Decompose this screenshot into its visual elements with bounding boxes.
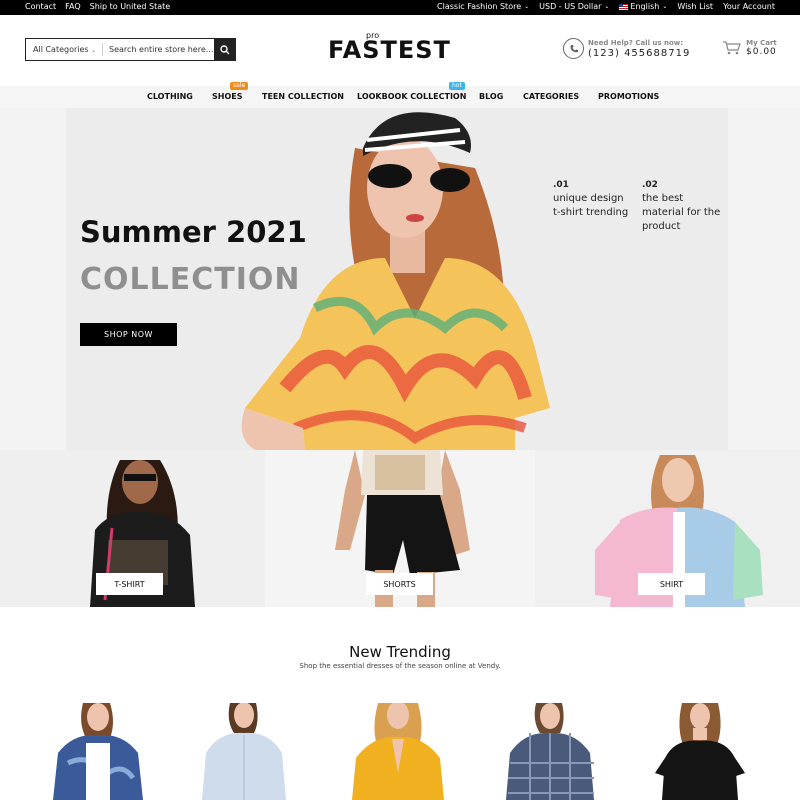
category-tile-tshirt[interactable]: T-SHIRT [0, 450, 265, 607]
hot-badge: hot [449, 82, 465, 90]
product-image [202, 703, 286, 800]
nav-item-clothing[interactable]: CLOTHING [147, 92, 193, 101]
chevron-down-icon: ⌄ [604, 3, 610, 10]
feature-text-line: t-shirt trending [553, 207, 629, 218]
store-label: Classic Fashion Store [437, 2, 522, 11]
cart-icon [723, 41, 741, 55]
mini-cart[interactable]: My Cart $0.00 [722, 39, 777, 57]
product-image [506, 703, 594, 800]
help-phone: Need Help? Call us now: (123) 455688719 [563, 38, 690, 59]
nav-item-blog[interactable]: BLOG [479, 92, 503, 101]
nav-item-shoes[interactable]: SHOES [212, 92, 242, 101]
hero-title: Summer 2021 [80, 215, 307, 249]
feature-text-line: material for the [642, 207, 721, 218]
contact-link[interactable]: Contact [25, 2, 56, 11]
shop-now-button[interactable]: SHOP NOW [80, 323, 177, 346]
language-label: English [630, 2, 660, 11]
product-card[interactable] [650, 703, 750, 800]
chevron-down-icon: ⌄ [91, 47, 97, 54]
cart-label: My Cart [746, 39, 777, 47]
feature-text-line: product [642, 221, 681, 232]
sale-badge: sale [230, 82, 249, 90]
chevron-down-icon: ⌄ [662, 3, 668, 10]
section-title: New Trending [349, 643, 451, 661]
search-input[interactable] [103, 45, 216, 54]
feature-text-line: unique design [553, 193, 624, 204]
top-bar: Contact FAQ Ship to United State Classic… [0, 0, 800, 15]
feature-text-line: the best [642, 193, 684, 204]
hero-left-panel [0, 108, 66, 450]
logo-text: FASTEST [328, 36, 451, 64]
hero-subtitle: COLLECTION [80, 262, 301, 297]
category-select[interactable]: All Categories ⌄ [26, 45, 102, 54]
product-card[interactable] [194, 703, 294, 800]
store-selector[interactable]: Classic Fashion Store ⌄ [437, 2, 529, 11]
cart-amount: $0.00 [746, 47, 777, 57]
category-tiles: T-SHIRT SHORTS SHIRT [0, 450, 800, 607]
nav-item-lookbook-collection[interactable]: LOOKBOOK COLLECTION [357, 92, 466, 101]
nav-item-categories[interactable]: CATEGORIES [523, 92, 579, 101]
help-phone-number[interactable]: (123) 455688719 [588, 48, 690, 59]
category-label[interactable]: SHIRT [638, 573, 705, 595]
currency-label: USD - US Dollar [539, 2, 602, 11]
account-link[interactable]: Your Account [723, 2, 775, 11]
language-selector[interactable]: English ⌄ [619, 2, 667, 11]
main-nav: CLOTHING SHOES TEEN COLLECTION LOOKBOOK … [0, 86, 800, 108]
help-label: Need Help? Call us now: [588, 38, 684, 47]
us-flag-icon [619, 3, 629, 10]
category-label[interactable]: SHORTS [366, 573, 433, 595]
phone-icon [563, 38, 584, 59]
product-image [53, 703, 143, 800]
feature-number: .02 [642, 180, 658, 190]
search-button[interactable] [214, 39, 235, 60]
category-tile-shorts[interactable]: SHORTS [265, 450, 535, 607]
chevron-down-icon: ⌄ [524, 3, 530, 10]
category-select-label: All Categories [33, 45, 89, 54]
product-card[interactable] [48, 703, 148, 800]
currency-selector[interactable]: USD - US Dollar ⌄ [539, 2, 609, 11]
nav-item-teen-collection[interactable]: TEEN COLLECTION [262, 92, 344, 101]
product-image [352, 703, 444, 800]
hero-feature-2: .02 the best material for the product [642, 178, 720, 234]
search-icon [219, 44, 229, 54]
section-subtitle: Shop the essential dresses of the season… [299, 662, 501, 670]
hero-feature-1: .01 unique design t-shirt trending [553, 178, 628, 220]
hero-right-panel [728, 108, 800, 450]
site-logo[interactable]: pro FASTEST [328, 31, 473, 64]
wishlist-link[interactable]: Wish List [677, 2, 713, 11]
hero-banner: Summer 2021 COLLECTION SHOP NOW .01 uniq… [0, 108, 800, 450]
nav-item-promotions[interactable]: PROMOTIONS [598, 92, 659, 101]
faq-link[interactable]: FAQ [65, 2, 81, 11]
category-label[interactable]: T-SHIRT [96, 573, 163, 595]
feature-number: .01 [553, 180, 569, 190]
category-tile-shirt[interactable]: SHIRT [535, 450, 800, 607]
product-card[interactable] [348, 703, 448, 800]
ship-to-link[interactable]: Ship to United State [90, 2, 171, 11]
search-bar: All Categories ⌄ [25, 38, 236, 61]
product-card[interactable] [500, 703, 600, 800]
product-image [655, 703, 745, 800]
